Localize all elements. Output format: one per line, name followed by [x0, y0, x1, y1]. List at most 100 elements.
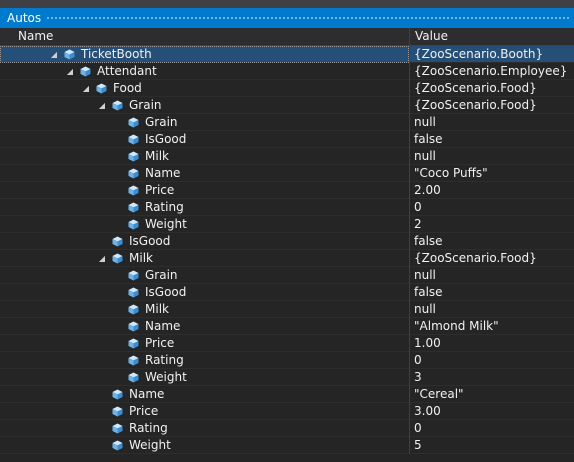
variable-name: Food [113, 81, 142, 95]
column-header-value[interactable]: Value [415, 28, 448, 45]
value-cell[interactable]: null [410, 114, 574, 131]
value-cell[interactable]: {ZooScenario.Booth} [410, 46, 574, 63]
name-cell[interactable]: IsGood [0, 284, 409, 301]
tree-row[interactable]: Name "Almond Milk" [0, 318, 574, 335]
variable-name: Weight [129, 438, 171, 452]
tree-row[interactable]: Weight 2 [0, 216, 574, 233]
value-cell[interactable]: false [410, 284, 574, 301]
name-cell[interactable]: Weight [0, 437, 409, 454]
property-cube-icon [128, 321, 139, 332]
tree-row[interactable]: Weight 3 [0, 369, 574, 386]
tree-row[interactable]: ◢ TicketBooth {ZooScenario.Booth} [0, 46, 574, 63]
tree-row[interactable]: Price 2.00 [0, 182, 574, 199]
tree-row[interactable]: Name "Cereal" [0, 386, 574, 403]
name-cell[interactable]: Grain [0, 114, 409, 131]
window-title: Autos [7, 11, 42, 25]
variable-value: 5 [414, 438, 422, 452]
tree-row[interactable]: ◢ Grain {ZooScenario.Food} [0, 97, 574, 114]
value-cell[interactable]: null [410, 267, 574, 284]
value-cell[interactable]: 3 [410, 369, 574, 386]
tree-row[interactable]: IsGood false [0, 233, 574, 250]
object-cube-icon [64, 49, 75, 60]
name-cell[interactable]: ◢ TicketBooth [0, 46, 409, 63]
variable-name: TicketBooth [81, 47, 152, 61]
value-cell[interactable]: 1.00 [410, 335, 574, 352]
tree-row[interactable]: ◢ Milk {ZooScenario.Food} [0, 250, 574, 267]
name-cell[interactable]: Price [0, 335, 409, 352]
collapse-arrow-icon[interactable]: ◢ [64, 63, 76, 80]
value-cell[interactable]: "Almond Milk" [410, 318, 574, 335]
variable-name: Weight [145, 217, 187, 231]
name-cell[interactable]: ◢ Food [0, 80, 409, 97]
value-cell[interactable]: 2 [410, 216, 574, 233]
tree-row[interactable]: Price 3.00 [0, 403, 574, 420]
name-cell[interactable]: Weight [0, 369, 409, 386]
tree-row[interactable]: ◢ Food {ZooScenario.Food} [0, 80, 574, 97]
name-cell[interactable]: ◢ Attendant [0, 63, 409, 80]
value-cell[interactable]: null [410, 148, 574, 165]
tree-row[interactable]: Name "Coco Puffs" [0, 165, 574, 182]
value-cell[interactable]: 0 [410, 352, 574, 369]
name-cell[interactable]: IsGood [0, 131, 409, 148]
name-cell[interactable]: ◢ Milk [0, 250, 409, 267]
collapse-arrow-icon[interactable]: ◢ [48, 46, 60, 63]
variable-value: 1.00 [414, 336, 441, 350]
value-cell[interactable]: {ZooScenario.Employee} [410, 63, 574, 80]
tree-row[interactable]: Price 1.00 [0, 335, 574, 352]
value-cell[interactable]: 0 [410, 199, 574, 216]
value-cell[interactable]: null [410, 301, 574, 318]
collapse-arrow-icon[interactable]: ◢ [80, 80, 92, 97]
value-cell[interactable]: "Cereal" [410, 386, 574, 403]
name-cell[interactable]: ◢ Grain [0, 97, 409, 114]
variable-name: Rating [145, 200, 184, 214]
value-cell[interactable]: 5 [410, 437, 574, 454]
variable-value: null [414, 149, 436, 163]
title-bar[interactable]: Autos [0, 0, 574, 28]
value-cell[interactable]: false [410, 131, 574, 148]
variable-name: IsGood [129, 234, 171, 248]
value-cell[interactable]: {ZooScenario.Food} [410, 250, 574, 267]
column-divider[interactable] [409, 28, 410, 45]
value-cell[interactable]: 3.00 [410, 403, 574, 420]
name-cell[interactable]: Milk [0, 148, 409, 165]
tree-row[interactable]: Milk null [0, 148, 574, 165]
tree-row[interactable]: Grain null [0, 267, 574, 284]
value-cell[interactable]: "Coco Puffs" [410, 165, 574, 182]
grip-dots [46, 16, 570, 21]
column-header-name[interactable]: Name [18, 28, 53, 45]
variable-value: 0 [414, 353, 422, 367]
name-cell[interactable]: Name [0, 386, 409, 403]
value-cell[interactable]: {ZooScenario.Food} [410, 97, 574, 114]
value-cell[interactable]: false [410, 233, 574, 250]
collapse-arrow-icon[interactable]: ◢ [96, 97, 108, 114]
variable-name: Grain [145, 268, 178, 282]
variable-value: {ZooScenario.Food} [414, 251, 537, 265]
tree-row[interactable]: Rating 0 [0, 420, 574, 437]
property-cube-icon [128, 355, 139, 366]
tree-row[interactable]: Milk null [0, 301, 574, 318]
name-cell[interactable]: Grain [0, 267, 409, 284]
name-cell[interactable]: Name [0, 318, 409, 335]
name-cell[interactable]: Rating [0, 199, 409, 216]
name-cell[interactable]: Milk [0, 301, 409, 318]
name-cell[interactable]: Name [0, 165, 409, 182]
collapse-arrow-icon[interactable]: ◢ [96, 250, 108, 267]
tree-row[interactable]: Weight 5 [0, 437, 574, 454]
name-cell[interactable]: IsGood [0, 233, 409, 250]
tree-row[interactable]: Grain null [0, 114, 574, 131]
name-cell[interactable]: Price [0, 403, 409, 420]
tree-row[interactable]: Rating 0 [0, 199, 574, 216]
tree-row[interactable]: IsGood false [0, 131, 574, 148]
tree-row[interactable]: ◢ Attendant {ZooScenario.Employee} [0, 63, 574, 80]
value-cell[interactable]: 0 [410, 420, 574, 437]
name-cell[interactable]: Weight [0, 216, 409, 233]
name-cell[interactable]: Rating [0, 352, 409, 369]
variable-value: 2 [414, 217, 422, 231]
tree-row[interactable]: Rating 0 [0, 352, 574, 369]
property-cube-icon [128, 185, 139, 196]
name-cell[interactable]: Rating [0, 420, 409, 437]
tree-row[interactable]: IsGood false [0, 284, 574, 301]
value-cell[interactable]: 2.00 [410, 182, 574, 199]
name-cell[interactable]: Price [0, 182, 409, 199]
value-cell[interactable]: {ZooScenario.Food} [410, 80, 574, 97]
